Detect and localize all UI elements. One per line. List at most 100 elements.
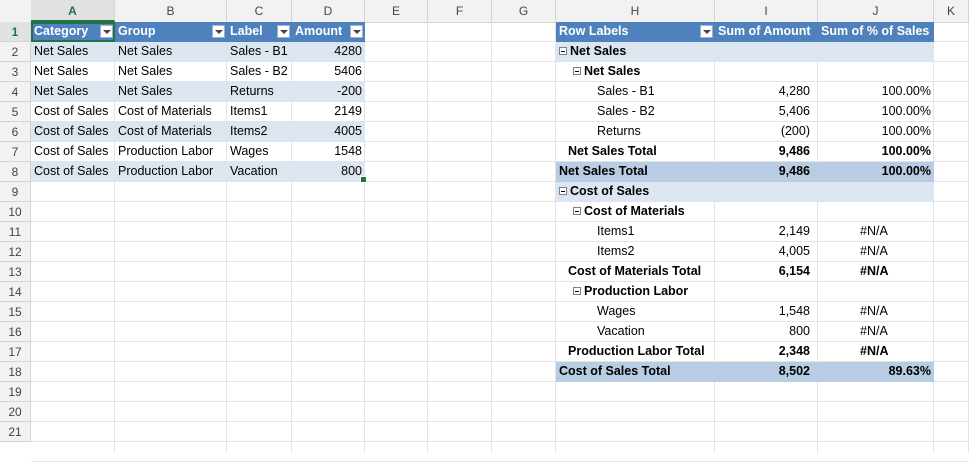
column-header-h[interactable]: H (556, 0, 715, 22)
row-header-6[interactable]: 6 (0, 122, 30, 142)
table-cell[interactable]: 4005 (292, 122, 365, 142)
pivot-row-label[interactable]: Net Sales (556, 42, 715, 62)
row-header-20[interactable]: 20 (0, 402, 30, 422)
pivot-header[interactable]: Row Labels (556, 22, 715, 42)
pivot-sum-amount[interactable]: 6,154 (715, 262, 818, 282)
table-cell[interactable]: 1548 (292, 142, 365, 162)
row-header-3[interactable]: 3 (0, 62, 30, 82)
pivot-sum-amount[interactable]: 4,280 (715, 82, 818, 102)
filter-dropdown-icon[interactable] (100, 25, 113, 38)
filter-dropdown-icon[interactable] (212, 25, 225, 38)
column-header-f[interactable]: F (428, 0, 492, 22)
pivot-sum-pct[interactable] (818, 282, 934, 302)
pivot-sum-amount[interactable] (715, 42, 818, 62)
row-header-21[interactable]: 21 (0, 422, 30, 442)
pivot-row-label[interactable]: Cost of Sales Total (556, 362, 715, 382)
row-header-19[interactable]: 19 (0, 382, 30, 402)
pivot-sum-amount[interactable] (715, 182, 818, 202)
pivot-row-label[interactable]: Items1 (556, 222, 715, 242)
pivot-sum-amount[interactable]: 8,502 (715, 362, 818, 382)
pivot-sum-pct[interactable]: 100.00% (818, 162, 934, 182)
table-header-amount[interactable]: Amount (292, 22, 365, 42)
row-header-7[interactable]: 7 (0, 142, 30, 162)
table-cell[interactable]: Cost of Sales (31, 122, 115, 142)
pivot-sum-pct[interactable]: 89.63% (818, 362, 934, 382)
pivot-row-label[interactable]: Returns (556, 122, 715, 142)
pivot-sum-amount[interactable]: 800 (715, 322, 818, 342)
pivot-row-label[interactable]: Production Labor Total (556, 342, 715, 362)
column-header-b[interactable]: B (115, 0, 227, 22)
table-resize-handle[interactable] (360, 176, 367, 183)
pivot-row-label[interactable]: Net Sales Total (556, 142, 715, 162)
pivot-sum-amount[interactable]: 5,406 (715, 102, 818, 122)
row-header-1[interactable]: 1 (0, 22, 30, 42)
row-header-5[interactable]: 5 (0, 102, 30, 122)
row-header-15[interactable]: 15 (0, 302, 30, 322)
column-header-k[interactable]: K (934, 0, 969, 22)
pivot-header[interactable]: Sum of Amount (715, 22, 818, 42)
pivot-sum-pct[interactable]: #N/A (818, 342, 934, 362)
table-cell[interactable]: 4280 (292, 42, 365, 62)
table-cell[interactable]: Items1 (227, 102, 292, 122)
column-header-i[interactable]: I (715, 0, 818, 22)
row-header-2[interactable]: 2 (0, 42, 30, 62)
pivot-sum-pct[interactable] (818, 202, 934, 222)
table-cell[interactable]: Sales - B1 (227, 42, 292, 62)
pivot-sum-pct[interactable]: #N/A (818, 222, 934, 242)
pivot-sum-pct[interactable]: 100.00% (818, 122, 934, 142)
column-header-j[interactable]: J (818, 0, 934, 22)
table-cell[interactable]: -200 (292, 82, 365, 102)
table-cell[interactable]: Cost of Materials (115, 122, 227, 142)
table-cell[interactable]: 5406 (292, 62, 365, 82)
collapse-toggle-icon[interactable] (573, 67, 581, 75)
row-header-9[interactable]: 9 (0, 182, 30, 202)
pivot-row-label[interactable]: Wages (556, 302, 715, 322)
table-cell[interactable]: Vacation (227, 162, 292, 182)
table-cell[interactable]: Production Labor (115, 162, 227, 182)
pivot-sum-amount[interactable] (715, 202, 818, 222)
table-cell[interactable]: Wages (227, 142, 292, 162)
row-header-14[interactable]: 14 (0, 282, 30, 302)
pivot-sum-pct[interactable] (818, 42, 934, 62)
cell-grid[interactable]: Category Group Label Amount Net Sales Net Sal… (31, 22, 969, 462)
row-labels-filter-icon[interactable] (700, 25, 713, 38)
table-cell[interactable]: Net Sales (115, 62, 227, 82)
collapse-toggle-icon[interactable] (573, 287, 581, 295)
table-cell[interactable]: Cost of Sales (31, 142, 115, 162)
table-cell[interactable]: 800 (292, 162, 365, 182)
column-header-e[interactable]: E (365, 0, 428, 22)
pivot-sum-amount[interactable]: (200) (715, 122, 818, 142)
pivot-row-label[interactable]: Cost of Materials Total (556, 262, 715, 282)
pivot-sum-pct[interactable]: 100.00% (818, 102, 934, 122)
table-cell[interactable]: Production Labor (115, 142, 227, 162)
pivot-sum-pct[interactable] (818, 182, 934, 202)
table-header-label[interactable]: Label (227, 22, 292, 42)
filter-dropdown-icon[interactable] (277, 25, 290, 38)
collapse-toggle-icon[interactable] (573, 207, 581, 215)
table-cell[interactable]: Net Sales (115, 82, 227, 102)
table-header-category[interactable]: Category (31, 22, 115, 42)
pivot-sum-amount[interactable]: 9,486 (715, 162, 818, 182)
pivot-sum-amount[interactable]: 1,548 (715, 302, 818, 322)
pivot-sum-amount[interactable]: 9,486 (715, 142, 818, 162)
pivot-sum-pct[interactable]: 100.00% (818, 82, 934, 102)
pivot-sum-pct[interactable]: #N/A (818, 322, 934, 342)
table-cell[interactable]: Net Sales (31, 62, 115, 82)
pivot-row-label[interactable]: Sales - B1 (556, 82, 715, 102)
pivot-row-label[interactable]: Sales - B2 (556, 102, 715, 122)
pivot-sum-pct[interactable] (818, 62, 934, 82)
row-header-11[interactable]: 11 (0, 222, 30, 242)
column-header-c[interactable]: C (227, 0, 292, 22)
column-header-d[interactable]: D (292, 0, 365, 22)
filter-dropdown-icon[interactable] (350, 25, 363, 38)
table-cell[interactable]: Net Sales (31, 42, 115, 62)
pivot-sum-pct[interactable]: #N/A (818, 242, 934, 262)
table-cell[interactable]: Cost of Materials (115, 102, 227, 122)
pivot-sum-amount[interactable]: 2,348 (715, 342, 818, 362)
pivot-row-label[interactable]: Vacation (556, 322, 715, 342)
table-cell[interactable]: 2149 (292, 102, 365, 122)
pivot-sum-pct[interactable]: #N/A (818, 262, 934, 282)
row-header-16[interactable]: 16 (0, 322, 30, 342)
pivot-sum-amount[interactable]: 2,149 (715, 222, 818, 242)
row-header-4[interactable]: 4 (0, 82, 30, 102)
